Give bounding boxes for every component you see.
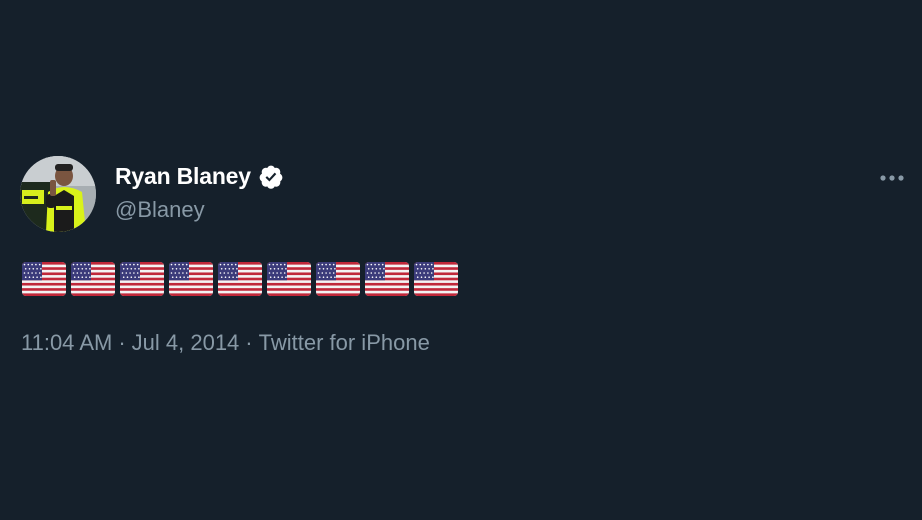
tweet-source[interactable]: Twitter for iPhone [259,330,430,356]
tweet-time[interactable]: 11:04 AM [21,330,112,356]
us-flag-icon [267,262,311,296]
us-flag-icon [365,262,409,296]
us-flag-icon [120,262,164,296]
us-flag-icon [22,262,66,296]
avatar[interactable] [20,156,96,232]
us-flag-icon [218,262,262,296]
tweet-text [22,262,458,296]
us-flag-icon [71,262,115,296]
more-options-icon[interactable] [872,166,912,190]
us-flag-icon [316,262,360,296]
user-name-row[interactable]: Ryan Blaney [115,163,284,190]
us-flag-icon [169,262,213,296]
display-name[interactable]: Ryan Blaney [115,163,251,190]
verified-badge-icon [258,164,284,190]
meta-separator: · [245,330,253,355]
meta-separator: · [118,330,126,355]
user-handle[interactable]: @Blaney [115,197,205,223]
tweet-card: Ryan Blaney @Blaney 11:04 AM · Jul 4, 20… [0,0,922,520]
us-flag-icon [414,262,458,296]
tweet-date[interactable]: Jul 4, 2014 [132,330,240,356]
tweet-metadata: 11:04 AM · Jul 4, 2014 · Twitter for iPh… [21,330,430,356]
